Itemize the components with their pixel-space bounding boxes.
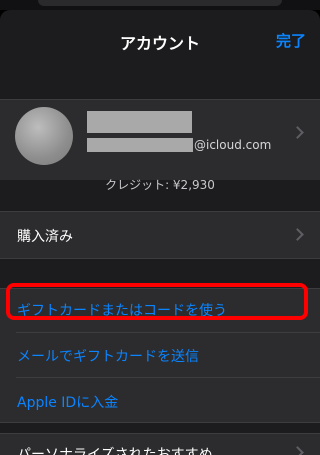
page-title: アカウント [119, 34, 200, 53]
account-email: @icloud.com [87, 137, 271, 153]
recommendations-row[interactable]: パーソナライズされたおすすめ [0, 433, 320, 455]
chevron-right-icon [291, 446, 304, 455]
avatar [15, 107, 73, 165]
divider [0, 422, 320, 423]
redacted-name [87, 111, 192, 133]
sheet-backdrop [0, 0, 320, 10]
purchased-label: 購入済み [17, 229, 73, 245]
divider [0, 211, 320, 212]
divider [0, 258, 320, 259]
recommendations-label: パーソナライズされたおすすめ [17, 447, 213, 455]
divider [16, 332, 320, 333]
email-domain: @icloud.com [194, 138, 272, 152]
add-funds-link[interactable]: Apple IDに入金 [17, 392, 118, 412]
account-row[interactable]: @icloud.com [0, 99, 320, 180]
background-sheet-edge [38, 0, 282, 6]
redacted-email-user [87, 138, 193, 152]
highlight-box [6, 283, 308, 320]
chevron-right-icon [291, 126, 304, 139]
credit-balance: クレジット: ¥2,930 [105, 178, 215, 192]
divider [0, 99, 320, 100]
divider [0, 433, 320, 434]
done-button[interactable]: 完了 [276, 30, 306, 51]
purchased-row[interactable]: 購入済み [0, 211, 320, 259]
chevron-right-icon [291, 228, 304, 241]
send-gift-card-link[interactable]: メールでギフトカードを送信 [17, 346, 199, 366]
navigation-bar: アカウント 完了 [0, 10, 320, 68]
account-sheet: アカウント 完了 @icloud.com クレジット: ¥2,930 購入済み … [0, 10, 320, 455]
divider [16, 377, 320, 378]
